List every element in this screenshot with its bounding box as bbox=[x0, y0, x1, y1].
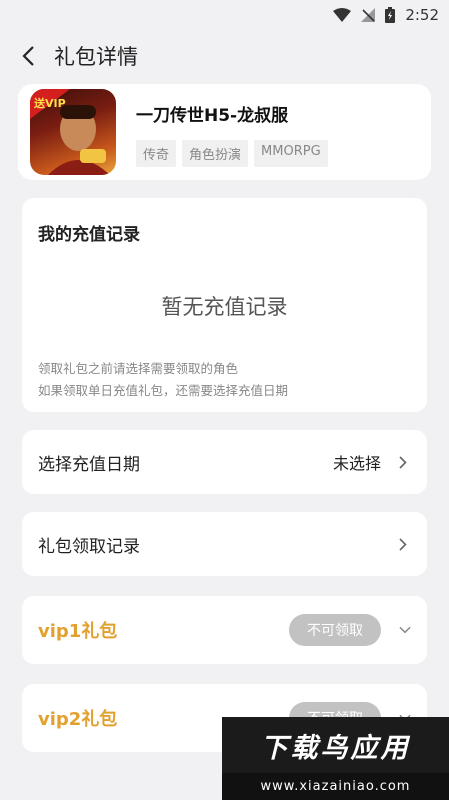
records-hint: 领取礼包之前请选择需要领取的角色 如果领取单日充值礼包，还需要选择充值日期 bbox=[38, 358, 288, 402]
wifi-icon bbox=[333, 8, 352, 22]
recharge-records-card: 我的充值记录 暂无充值记录 领取礼包之前请选择需要领取的角色 如果领取单日充值礼… bbox=[22, 198, 427, 412]
watermark-brand-bar: 下载鸟应用 bbox=[222, 717, 449, 773]
status-time: 2:52 bbox=[405, 6, 439, 24]
game-cover-image: 送VIP bbox=[30, 89, 116, 175]
top-bar: 礼包详情 bbox=[0, 30, 449, 82]
gift-item[interactable]: vip1礼包 不可领取 bbox=[22, 596, 427, 664]
watermark-url: www.xiazainiao.com bbox=[222, 773, 449, 800]
battery-charging-icon bbox=[385, 7, 396, 23]
records-empty-text: 暂无充值记录 bbox=[161, 295, 288, 319]
game-badge-text: 送VIP bbox=[33, 96, 66, 110]
game-tag: 角色扮演 bbox=[182, 140, 249, 167]
records-title: 我的充值记录 bbox=[38, 225, 140, 245]
hint-line: 领取礼包之前请选择需要领取的角色 bbox=[38, 361, 239, 376]
back-arrow-icon bbox=[22, 46, 34, 66]
gift-title: vip2礼包 bbox=[38, 709, 118, 730]
claim-history-row[interactable]: 礼包领取记录 bbox=[22, 512, 427, 576]
claim-status-pill[interactable]: 不可领取 bbox=[289, 614, 381, 646]
gift-title: vip1礼包 bbox=[38, 621, 118, 642]
recharge-date-label: 选择充值日期 bbox=[38, 454, 140, 475]
watermark-logo: 下载鸟应用 www.xiazainiao.com bbox=[222, 717, 449, 800]
watermark-brand: 下载鸟应用 bbox=[260, 732, 411, 764]
chevron-right-icon bbox=[399, 537, 411, 551]
game-tags: 传奇 角色扮演 MMORPG bbox=[136, 140, 328, 167]
game-tag: 传奇 bbox=[136, 140, 177, 167]
claim-history-label: 礼包领取记录 bbox=[38, 536, 140, 557]
game-card[interactable]: 送VIP 一刀传世H5-龙叔服 传奇 角色扮演 MMORPG bbox=[18, 84, 431, 180]
chevron-down-icon[interactable] bbox=[399, 624, 411, 636]
select-recharge-date-row[interactable]: 选择充值日期 未选择 bbox=[22, 430, 427, 494]
game-info: 一刀传世H5-龙叔服 传奇 角色扮演 MMORPG bbox=[136, 97, 328, 167]
page-title: 礼包详情 bbox=[54, 45, 138, 69]
game-name: 一刀传世H5-龙叔服 bbox=[136, 106, 289, 126]
chevron-right-icon bbox=[399, 455, 411, 469]
hint-line: 如果领取单日充值礼包，还需要选择充值日期 bbox=[38, 383, 289, 398]
no-signal-icon bbox=[361, 8, 376, 22]
back-button[interactable] bbox=[14, 42, 42, 70]
status-bar: 2:52 bbox=[0, 0, 449, 30]
recharge-date-value: 未选择 bbox=[332, 454, 381, 473]
game-tag: MMORPG bbox=[254, 140, 328, 167]
